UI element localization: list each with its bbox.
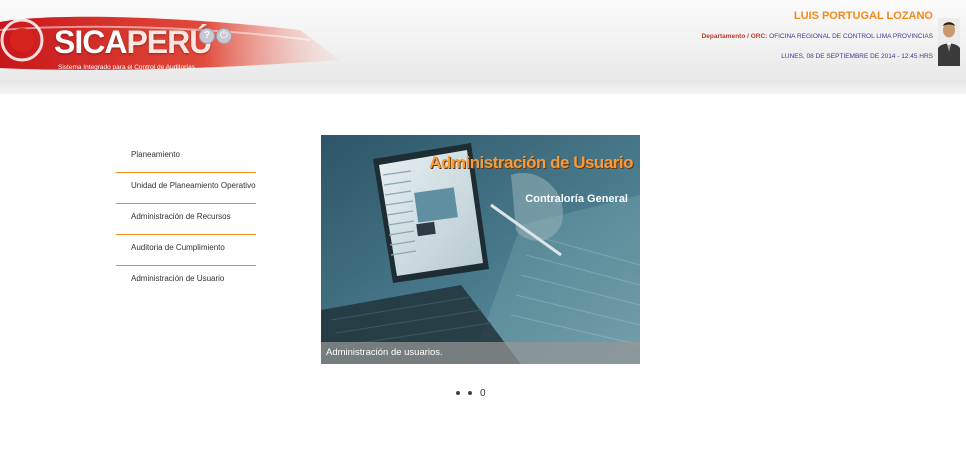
menu-item-unidad-planeamiento-operativo[interactable]: Unidad de Planeamiento Operativo (116, 173, 256, 204)
date-time: LUNES, 08 DE SEPTIEMBRE DE 2014 - 12:45 … (781, 53, 933, 60)
pager-dot-1[interactable] (456, 391, 460, 395)
power-icon[interactable]: ⏻ (216, 28, 232, 44)
logo: SICAPERÚ Sistema Integrado para el Contr… (4, 12, 304, 71)
main-menu: Planeamiento Unidad de Planeamiento Oper… (116, 142, 256, 296)
menu-item-administracion-usuario[interactable]: Administración de Usuario (116, 266, 256, 296)
department-value: OFICINA REGIONAL DE CONTROL LIMA PROVINC… (769, 33, 933, 40)
header: SICAPERÚ Sistema Integrado para el Contr… (0, 0, 966, 80)
logo-accent-text: PERÚ (126, 24, 212, 60)
logo-main-text: SICA (54, 24, 127, 60)
banner-slide[interactable]: Administración de Usuario Contraloría Ge… (321, 135, 640, 364)
logo-text: SICAPERÚ (54, 24, 212, 61)
department-label: Departamento / ORC: (701, 33, 768, 40)
avatar (938, 18, 960, 66)
slider-pager: 0 (456, 386, 486, 400)
banner-caption: Administración de usuarios. (321, 342, 640, 364)
sub-bar (0, 80, 966, 94)
user-name: LUIS PORTUGAL LOZANO (793, 10, 933, 22)
pager-dot-2[interactable] (468, 391, 472, 395)
menu-item-auditoria-cumplimiento[interactable]: Auditoria de Cumplimiento (116, 235, 256, 266)
menu-item-planeamiento[interactable]: Planeamiento (116, 142, 256, 173)
banner-title: Administración de Usuario (429, 153, 633, 172)
department-line: Departamento / ORC: OFICINA REGIONAL DE … (702, 33, 933, 40)
pager-active-label[interactable]: 0 (480, 388, 486, 399)
banner-subtitle: Contraloría General (525, 193, 628, 205)
logo-subtitle: Sistema Integrado para el Control de Aud… (58, 64, 195, 71)
question-circle-icon[interactable]: ? (199, 28, 215, 44)
menu-item-administracion-recursos[interactable]: Administración de Recursos (116, 204, 256, 235)
